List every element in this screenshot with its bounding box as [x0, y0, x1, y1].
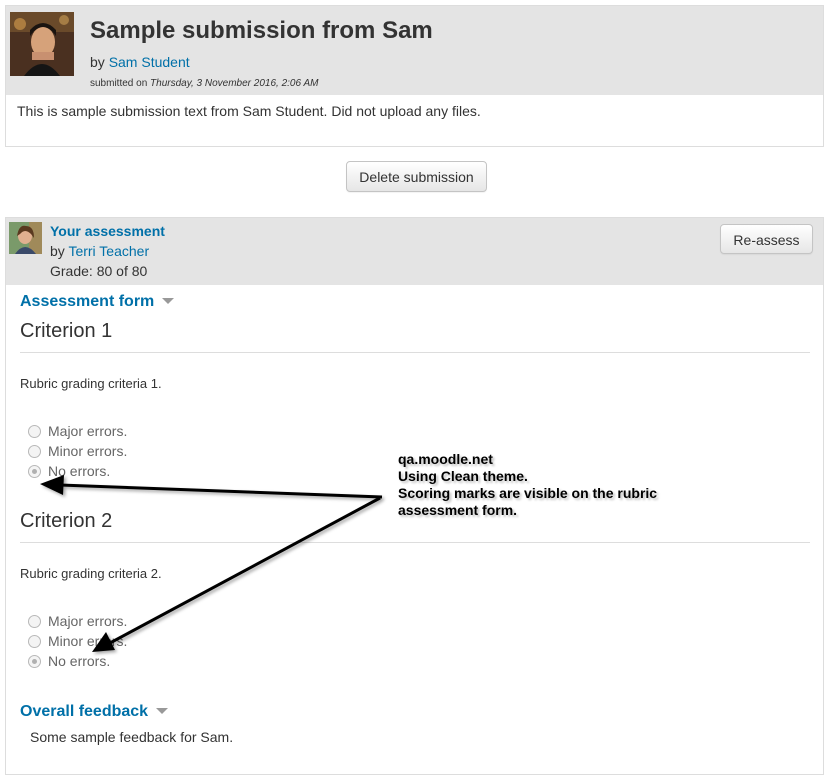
divider	[20, 542, 810, 543]
divider	[20, 352, 810, 353]
assessor-line: by Terri Teacher	[50, 243, 150, 259]
assessment-grade: Grade: 80 of 80	[50, 263, 148, 279]
annotation-note: qa.moodle.net Using Clean theme. Scoring…	[398, 451, 658, 518]
assessor-link[interactable]: Terri Teacher	[68, 243, 149, 259]
author-link[interactable]: Sam Student	[109, 54, 190, 70]
overall-feedback-text: Some sample feedback for Sam.	[30, 729, 234, 745]
submitted-date: submitted on Thursday, 3 November 2016, …	[90, 78, 319, 89]
caret-down-icon	[156, 707, 169, 714]
radio-button[interactable]	[28, 634, 41, 648]
assessment-title-link[interactable]: Your assessment	[50, 223, 165, 239]
criterion-title: Criterion 2	[20, 510, 113, 532]
radio-button-checked[interactable]	[28, 654, 41, 668]
radio-button-checked[interactable]	[28, 464, 41, 478]
reassess-button[interactable]: Re-assess	[720, 224, 813, 254]
rubric-option-selected[interactable]: No errors.	[28, 653, 110, 669]
radio-button[interactable]	[28, 614, 41, 628]
rubric-option[interactable]: Minor errors.	[28, 633, 127, 649]
criterion-description: Rubric grading criteria 1.	[20, 376, 162, 391]
criterion-description: Rubric grading criteria 2.	[20, 566, 162, 581]
caret-down-icon	[162, 297, 175, 304]
submission-panel: Sample submission from Sam by Sam Studen…	[5, 5, 824, 147]
submission-header: Sample submission from Sam by Sam Studen…	[6, 6, 823, 95]
submission-title: Sample submission from Sam	[90, 17, 433, 44]
rubric-option-selected[interactable]: No errors.	[28, 463, 110, 479]
submission-content: This is sample submission text from Sam …	[17, 103, 481, 119]
radio-button[interactable]	[28, 424, 41, 438]
delete-submission-button[interactable]: Delete submission	[346, 161, 487, 192]
avatar[interactable]	[9, 222, 42, 254]
rubric-option[interactable]: Major errors.	[28, 613, 127, 629]
criterion-title: Criterion 1	[20, 320, 113, 342]
radio-button[interactable]	[28, 444, 41, 458]
submission-author-line: by Sam Student	[90, 54, 190, 70]
avatar[interactable]	[10, 12, 74, 76]
rubric-option[interactable]: Minor errors.	[28, 443, 127, 459]
rubric-option[interactable]: Major errors.	[28, 423, 127, 439]
assessment-form-toggle[interactable]: Assessment form	[20, 293, 175, 311]
overall-feedback-toggle[interactable]: Overall feedback	[20, 703, 169, 721]
assessment-header: Your assessment by Terri Teacher Grade: …	[6, 218, 823, 285]
